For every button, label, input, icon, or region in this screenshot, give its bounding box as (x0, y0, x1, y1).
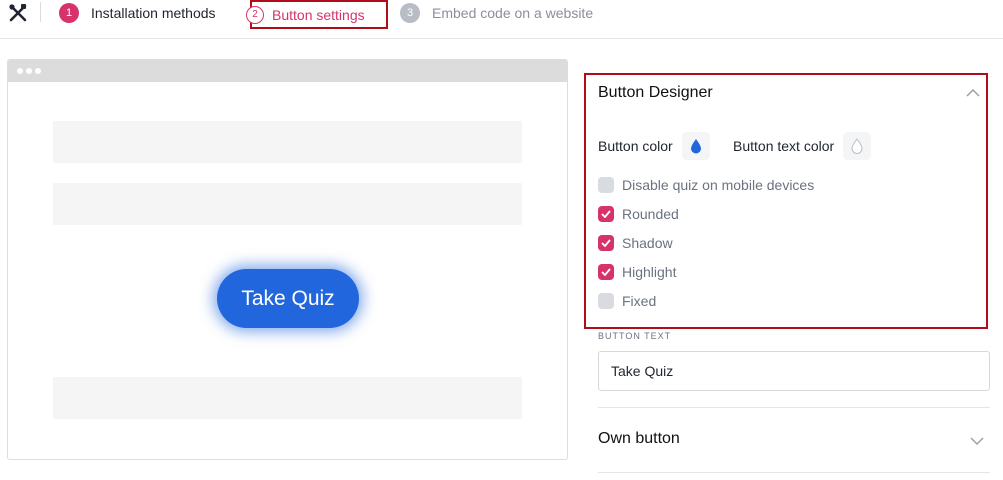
button-color-swatch[interactable] (681, 132, 710, 160)
take-quiz-preview-button[interactable]: Take Quiz (217, 269, 359, 328)
option-highlight[interactable]: Highlight (598, 264, 676, 280)
window-dot (35, 68, 41, 74)
check-icon (601, 239, 611, 247)
droplet-icon (690, 139, 701, 154)
button-text-color-label: Button text color (733, 138, 835, 154)
step-label: Embed code on a website (432, 5, 594, 21)
tools-icon[interactable] (8, 3, 28, 23)
website-preview: Take Quiz (7, 59, 568, 460)
option-label: Disable quiz on mobile devices (622, 177, 815, 193)
divider (598, 472, 990, 473)
option-label: Shadow (622, 235, 673, 251)
step-number: 1 (59, 3, 79, 23)
option-label: Rounded (622, 206, 679, 222)
option-label: Fixed (622, 293, 657, 309)
chevron-down-icon[interactable] (970, 436, 984, 446)
checkbox[interactable] (598, 235, 614, 251)
check-icon (601, 210, 611, 218)
divider (40, 2, 41, 22)
chevron-up-icon[interactable] (966, 88, 980, 98)
button-designer-panel: Button Designer Button color Button text… (584, 73, 988, 329)
option-disable-mobile[interactable]: Disable quiz on mobile devices (598, 177, 814, 193)
browser-chrome-bar (8, 60, 567, 82)
checkbox[interactable] (598, 264, 614, 280)
option-fixed[interactable]: Fixed (598, 293, 656, 309)
window-dot (17, 68, 23, 74)
divider (598, 407, 990, 408)
content-placeholder (53, 183, 522, 225)
option-label: Highlight (622, 264, 677, 280)
panel-title: Button Designer (598, 84, 713, 101)
button-color-label: Button color (598, 138, 673, 154)
step-number: 3 (400, 3, 420, 23)
option-shadow[interactable]: Shadow (598, 235, 673, 251)
step-label: Button settings (272, 6, 365, 23)
step-installation-methods[interactable]: 1 Installation methods (59, 0, 216, 26)
content-placeholder (53, 377, 522, 419)
checkbox[interactable] (598, 293, 614, 309)
content-placeholder (53, 121, 522, 163)
checkbox[interactable] (598, 206, 614, 222)
button-text-color-picker: Button text color (733, 132, 872, 160)
step-number: 2 (246, 5, 264, 24)
check-icon (601, 268, 611, 276)
option-rounded[interactable]: Rounded (598, 206, 679, 222)
step-label: Installation methods (91, 5, 216, 21)
own-button-section-title[interactable]: Own button (598, 430, 680, 448)
button-text-color-swatch[interactable] (843, 132, 872, 160)
stepper-bar: 1 Installation methods 2 Button settings… (0, 0, 1003, 39)
step-button-settings[interactable]: 2 Button settings (246, 0, 388, 29)
droplet-outline-icon (851, 138, 863, 154)
button-color-picker: Button color (598, 132, 710, 160)
window-dot (26, 68, 32, 74)
button-text-label: BUTTON TEXT (598, 331, 672, 341)
step-embed-code[interactable]: 3 Embed code on a website (400, 0, 593, 26)
button-text-input[interactable] (598, 351, 990, 391)
checkbox[interactable] (598, 177, 614, 193)
